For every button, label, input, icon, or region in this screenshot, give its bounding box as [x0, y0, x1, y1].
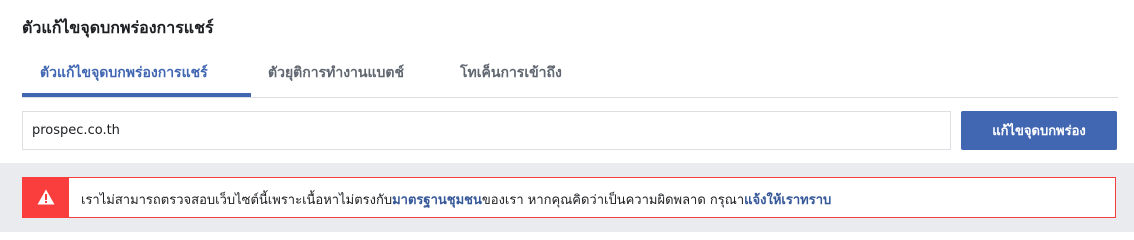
tab-access-token[interactable]: โทเค็นการเข้าถึง: [460, 62, 562, 84]
let-us-know-link[interactable]: แจ้งให้เราทราบ: [744, 193, 831, 208]
tab-sharing-debugger[interactable]: ตัวแก้ไขจุดบกพร่องการแชร์: [40, 62, 208, 84]
page-title: ตัวแก้ไขจุดบกพร่องการแชร์: [22, 18, 214, 37]
alert-message: เราไม่สามารถตรวจสอบเว็บไซต์นี้เพราะเนื้อ…: [81, 189, 831, 210]
warning-icon: [37, 189, 55, 205]
alert-text-part-1: เราไม่สามารถตรวจสอบเว็บไซต์นี้เพราะเนื้อ…: [81, 193, 393, 208]
alert-icon-box: [23, 178, 69, 217]
url-input[interactable]: [22, 111, 951, 150]
debug-button[interactable]: แก้ไขจุดบกพร่อง: [961, 111, 1117, 150]
alert-text-part-2: ของเรา หากคุณคิดว่าเป็นความผิดพลาด กรุณา: [481, 193, 745, 208]
error-alert: เราไม่สามารถตรวจสอบเว็บไซต์นี้เพราะเนื้อ…: [22, 177, 1116, 218]
community-standards-link[interactable]: มาตรฐานชุมชน: [392, 193, 482, 208]
active-tab-indicator: [22, 93, 251, 97]
tab-bar: ตัวแก้ไขจุดบกพร่องการแชร์ ตัวยุติการทำงา…: [22, 52, 1118, 98]
tab-batch-invalidator[interactable]: ตัวยุติการทำงานแบตช์: [268, 62, 404, 84]
